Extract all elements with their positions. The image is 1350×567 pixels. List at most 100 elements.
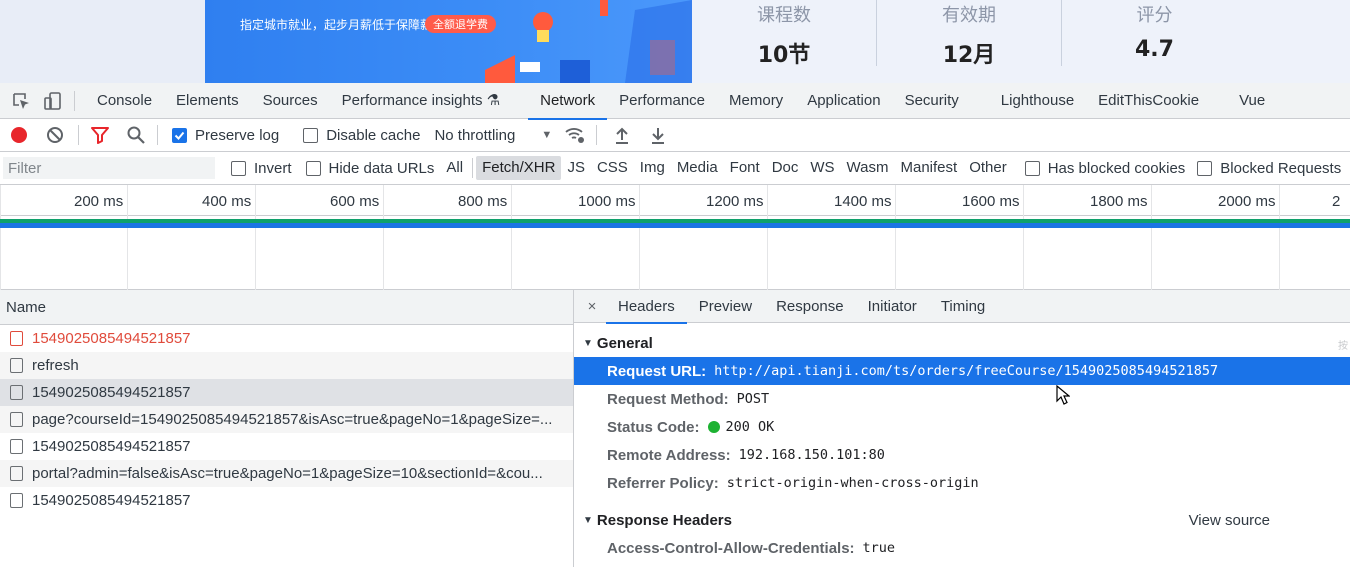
network-toolbar: Preserve log Disable cache No throttling… — [0, 119, 1350, 152]
divider — [74, 90, 75, 111]
referrer-policy-label: Referrer Policy: — [607, 474, 719, 492]
course-stats: 课程数 10节 有效期 12月 评分 4.7 — [692, 0, 1350, 83]
general-section-toggle[interactable]: ▼ General — [574, 329, 1350, 357]
tab-timing[interactable]: Timing — [929, 290, 997, 323]
type-font[interactable]: Font — [724, 156, 766, 180]
request-row[interactable]: portal?admin=false&isAsc=true&pageNo=1&p… — [0, 460, 573, 487]
clear-icon[interactable] — [44, 124, 66, 146]
promo-banner[interactable]: 指定城市就业，起步月薪低于保障薪资， 全额退学费 — [205, 0, 692, 83]
hide-data-urls-checkbox[interactable]: Hide data URLs — [305, 160, 434, 177]
invert-checkbox[interactable]: Invert — [231, 160, 292, 177]
type-manifest[interactable]: Manifest — [895, 156, 964, 180]
tab-performance[interactable]: Performance — [607, 83, 717, 119]
timeline-tick-label: 2000 ms — [1218, 193, 1276, 210]
timeline-tick-label: 2 — [1332, 193, 1341, 210]
filter-icon[interactable] — [89, 124, 111, 146]
type-ws[interactable]: WS — [804, 156, 840, 180]
referrer-policy-row[interactable]: Referrer Policy: strict-origin-when-cros… — [574, 469, 1350, 497]
request-list: Name 1549025085494521857 refresh 1549025… — [0, 290, 574, 567]
blocked-requests-checkbox[interactable]: Blocked Requests — [1197, 160, 1341, 177]
acac-row[interactable]: Access-Control-Allow-Credentials: true — [574, 534, 1350, 562]
scroll-hint: 按 — [1338, 341, 1348, 352]
triangle-down-icon: ▼ — [583, 514, 593, 526]
tab-sources[interactable]: Sources — [251, 83, 330, 119]
type-all[interactable]: All — [440, 156, 469, 180]
export-har-icon[interactable] — [647, 124, 669, 146]
tab-console[interactable]: Console — [85, 83, 164, 119]
type-other[interactable]: Other — [963, 156, 1013, 180]
tab-response[interactable]: Response — [764, 290, 856, 323]
file-icon — [10, 331, 23, 346]
stat-value: 10节 — [757, 43, 811, 68]
import-har-icon[interactable] — [611, 124, 633, 146]
tab-performance-insights[interactable]: Performance insights ⚗ — [330, 83, 513, 119]
stat-label: 评分 — [1136, 5, 1173, 26]
preserve-log-checkbox[interactable]: Preserve log — [172, 127, 279, 144]
close-icon[interactable]: × — [578, 298, 606, 315]
request-row[interactable]: page?courseId=1549025085494521857&isAsc=… — [0, 406, 573, 433]
timeline-gridline — [639, 185, 640, 290]
request-row[interactable]: 1549025085494521857 — [0, 379, 573, 406]
tab-vue[interactable]: Vue — [1227, 83, 1277, 119]
tab-headers[interactable]: Headers — [606, 290, 687, 324]
stat-value: 12月 — [942, 43, 996, 68]
response-headers-section-toggle[interactable]: ▼ Response Headers View source — [574, 506, 1350, 534]
request-name: 1549025085494521857 — [32, 384, 191, 401]
type-media[interactable]: Media — [671, 156, 724, 180]
request-name: 1549025085494521857 — [32, 438, 191, 455]
remote-address-row[interactable]: Remote Address: 192.168.150.101:80 — [574, 441, 1350, 469]
tab-elements[interactable]: Elements — [164, 83, 251, 119]
request-rows: 1549025085494521857 refresh 154902508549… — [0, 325, 573, 514]
tab-application[interactable]: Application — [795, 83, 892, 119]
tab-preview[interactable]: Preview — [687, 290, 764, 323]
timeline-gridline — [1279, 185, 1280, 290]
status-code-value: 200 OK — [725, 419, 775, 435]
stat-lessons: 课程数 10节 — [692, 0, 877, 68]
checkbox-unchecked-icon — [1024, 160, 1040, 176]
has-blocked-cookies-checkbox[interactable]: Has blocked cookies — [1024, 160, 1185, 177]
request-row[interactable]: 1549025085494521857 — [0, 433, 573, 460]
filter-input[interactable] — [3, 157, 215, 179]
request-url-value[interactable]: http://api.tianji.com/ts/orders/freeCour… — [714, 363, 1218, 379]
type-img[interactable]: Img — [634, 156, 671, 180]
network-conditions-icon[interactable] — [564, 124, 586, 146]
tab-editthiscookie[interactable]: EditThisCookie — [1086, 83, 1211, 119]
request-url-row[interactable]: Request URL: http://api.tianji.com/ts/or… — [574, 357, 1350, 405]
request-row[interactable]: 1549025085494521857 — [0, 487, 573, 514]
disable-cache-checkbox[interactable]: Disable cache — [303, 127, 420, 144]
request-details: × Headers Preview Response Initiator Tim… — [574, 290, 1350, 567]
search-icon[interactable] — [125, 124, 147, 146]
throttling-select[interactable]: No throttling ▼ — [434, 127, 552, 144]
device-toolbar-icon[interactable] — [42, 90, 64, 112]
type-doc[interactable]: Doc — [766, 156, 805, 180]
tab-lighthouse[interactable]: Lighthouse — [989, 83, 1086, 119]
type-wasm[interactable]: Wasm — [841, 156, 895, 180]
column-header-name[interactable]: Name — [0, 290, 573, 325]
network-overview-timeline[interactable]: 200 ms 400 ms 600 ms 800 ms 1000 ms 1200… — [0, 185, 1350, 290]
request-method-value: POST — [736, 391, 770, 407]
request-row[interactable]: 1549025085494521857 — [0, 325, 573, 352]
record-icon[interactable] — [8, 124, 30, 146]
throttling-value: No throttling — [434, 126, 516, 144]
tab-network[interactable]: Network — [528, 83, 608, 120]
view-source-link[interactable]: View source — [1189, 512, 1270, 529]
status-code-row[interactable]: Status Code: 200 OK — [574, 413, 1350, 441]
inspect-element-icon[interactable] — [10, 90, 32, 112]
type-css[interactable]: CSS — [591, 156, 634, 180]
tab-initiator[interactable]: Initiator — [856, 290, 929, 323]
checkbox-unchecked-icon — [303, 127, 319, 143]
timeline-gridline — [511, 185, 512, 290]
tab-memory[interactable]: Memory — [717, 83, 795, 119]
banner-decoration-icon — [485, 0, 692, 83]
request-row[interactable]: refresh — [0, 352, 573, 379]
tab-security[interactable]: Security — [893, 83, 971, 119]
checkbox-unchecked-icon — [1197, 160, 1213, 176]
web-page-strip: 指定城市就业，起步月薪低于保障薪资， 全额退学费 课程数 10节 有效期 12月… — [0, 0, 1350, 83]
type-js[interactable]: JS — [561, 156, 591, 180]
timeline-download-bar — [0, 223, 1350, 228]
divider — [157, 125, 158, 145]
timeline-gridline — [383, 185, 384, 290]
preserve-log-label: Preserve log — [195, 126, 280, 144]
request-method-row[interactable]: Request Method: POST — [574, 385, 1350, 413]
type-fetch-xhr[interactable]: Fetch/XHR — [476, 156, 562, 180]
